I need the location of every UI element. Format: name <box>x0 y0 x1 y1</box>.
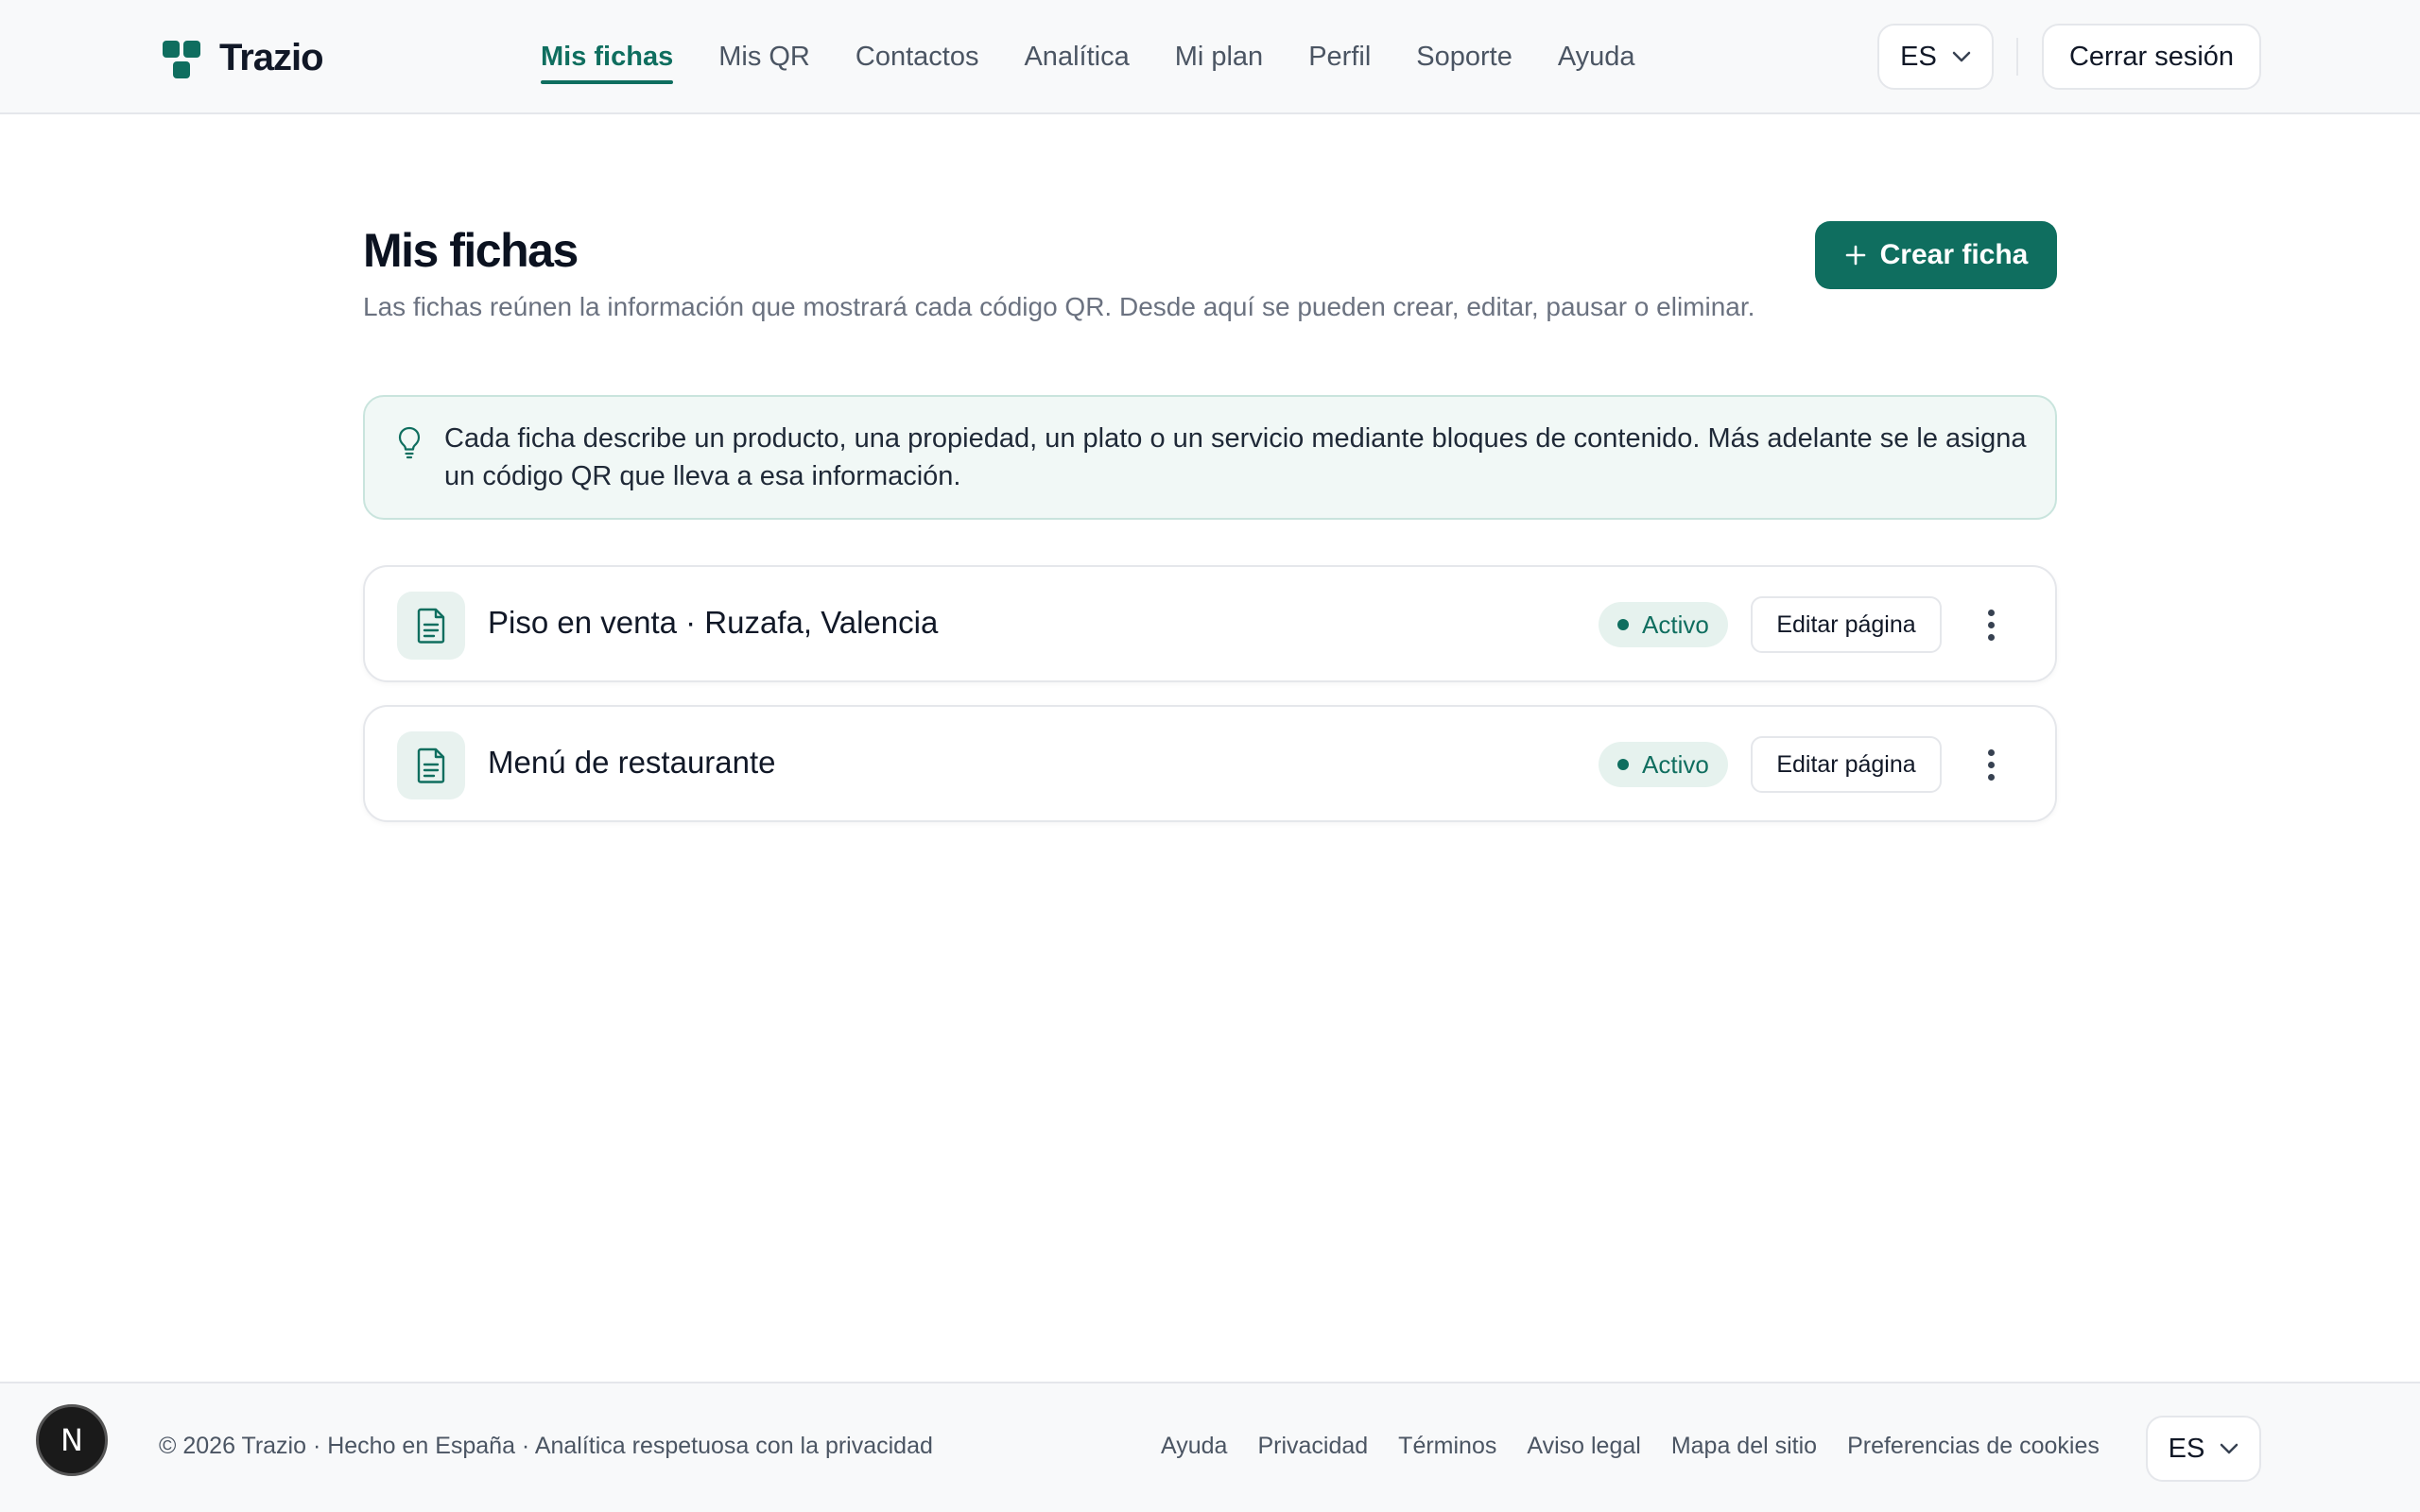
edit-page-button[interactable]: Editar página <box>1751 736 1942 793</box>
nav-item-mi-plan[interactable]: Mi plan <box>1175 34 1264 80</box>
ficha-title[interactable]: Menú de restaurante <box>488 745 776 781</box>
nav-item-mis-fichas[interactable]: Mis fichas <box>541 34 674 84</box>
logout-button[interactable]: Cerrar sesión <box>2042 24 2261 90</box>
nav-item-ayuda[interactable]: Ayuda <box>1558 34 1635 80</box>
main-nav: Mis fichas Mis QR Contactos Analítica Mi… <box>541 0 1681 114</box>
footer-link-aviso-legal[interactable]: Aviso legal <box>1527 1433 1640 1460</box>
footer-link-mapa-del-sitio[interactable]: Mapa del sitio <box>1671 1433 1817 1460</box>
nav-item-soporte[interactable]: Soporte <box>1416 34 1512 80</box>
page-footer: © 2026 Trazio · Hecho en España · Analít… <box>0 1382 2420 1512</box>
footer-copyright: © 2026 Trazio · Hecho en España · Analít… <box>159 1433 933 1459</box>
footer-link-ayuda[interactable]: Ayuda <box>1161 1433 1227 1460</box>
status-badge: Activo <box>1599 602 1728 647</box>
dev-badge-letter: N <box>60 1422 83 1458</box>
status-dot-icon <box>1617 619 1629 630</box>
more-options-icon[interactable] <box>1972 601 2010 648</box>
nav-item-contactos[interactable]: Contactos <box>856 34 979 80</box>
create-ficha-button[interactable]: Crear ficha <box>1815 221 2057 289</box>
ficha-card: Menú de restaurante Activo Editar página <box>363 705 2057 822</box>
lightbulb-icon <box>398 426 421 459</box>
info-box: Cada ficha describe un producto, una pro… <box>363 395 2057 520</box>
nav-item-mis-qr[interactable]: Mis QR <box>718 34 810 80</box>
brand-name: Trazio <box>219 36 324 78</box>
footer-links: Ayuda Privacidad Términos Aviso legal Ma… <box>1161 1433 2130 1460</box>
footer-language-label: ES <box>2168 1433 2205 1464</box>
edit-page-button[interactable]: Editar página <box>1751 596 1942 653</box>
language-selector[interactable]: ES <box>1877 24 1994 90</box>
language-label: ES <box>1900 41 1937 72</box>
header-divider <box>2016 38 2018 76</box>
footer-link-privacidad[interactable]: Privacidad <box>1257 1433 1368 1460</box>
brand[interactable]: Trazio <box>161 34 324 81</box>
status-label: Activo <box>1642 610 1709 639</box>
ficha-card: Piso en venta · Ruzafa, Valencia Activo … <box>363 565 2057 682</box>
plus-icon <box>1845 245 1865 266</box>
footer-language-selector[interactable]: ES <box>2146 1416 2261 1482</box>
footer-link-terminos[interactable]: Términos <box>1398 1433 1496 1460</box>
ficha-title[interactable]: Piso en venta · Ruzafa, Valencia <box>488 605 938 641</box>
top-header: Trazio Mis fichas Mis QR Contactos Analí… <box>0 0 2420 114</box>
page-description: Las fichas reúnen la información que mos… <box>363 292 1755 321</box>
create-ficha-label: Crear ficha <box>1879 239 2029 270</box>
nav-item-perfil[interactable]: Perfil <box>1308 34 1371 80</box>
page-title: Mis fichas <box>363 224 579 277</box>
trazio-logo-icon <box>161 37 202 78</box>
info-text: Cada ficha describe un producto, una pro… <box>444 423 2027 491</box>
document-icon <box>397 592 465 660</box>
status-label: Activo <box>1642 749 1709 779</box>
footer-link-cookies[interactable]: Preferencias de cookies <box>1847 1433 2100 1460</box>
chevron-down-icon <box>1952 51 1971 62</box>
nav-item-analitica[interactable]: Analítica <box>1024 34 1129 80</box>
more-options-icon[interactable] <box>1972 741 2010 788</box>
chevron-down-icon <box>2221 1443 2238 1454</box>
document-icon <box>397 731 465 799</box>
dev-tools-badge[interactable]: N <box>36 1404 108 1476</box>
status-badge: Activo <box>1599 742 1728 787</box>
status-dot-icon <box>1617 759 1629 770</box>
